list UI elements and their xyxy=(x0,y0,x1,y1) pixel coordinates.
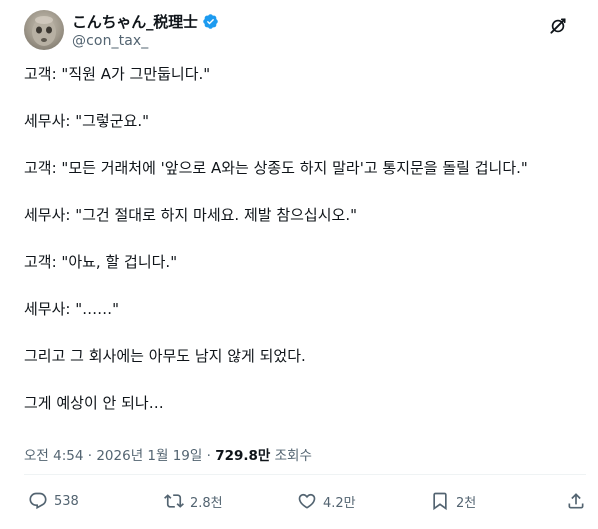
bookmark-count: 2천 xyxy=(456,495,477,511)
share-button[interactable] xyxy=(566,491,586,511)
post-line: 고객: "모든 거래처에 '앞으로 A와는 상종도 하지 말라'고 통지문을 돌… xyxy=(24,159,528,177)
post-line: 세무사: "그건 절대로 하지 마세요. 제발 참으십시오." xyxy=(24,206,357,224)
author-name-row: こんちゃん_税理士 xyxy=(72,11,219,31)
repost-count: 2.8천 xyxy=(190,495,223,511)
like-count: 4.2만 xyxy=(323,495,356,511)
post-body: 고객: "직원 A가 그만둡니다." 세무사: "그렇군요." 고객: "모든 … xyxy=(24,64,580,440)
bookmark-icon xyxy=(433,492,447,511)
repost-icon xyxy=(164,494,184,508)
divider xyxy=(24,474,586,475)
grok-icon[interactable] xyxy=(548,16,568,36)
repost-button[interactable]: 2.8천 xyxy=(164,491,223,511)
views-count[interactable]: 729.8만 xyxy=(215,448,270,464)
author-display-name[interactable]: こんちゃん_税理士 xyxy=(72,11,198,32)
post-line: 고객: "아뇨, 할 겁니다." xyxy=(24,253,178,271)
post-time[interactable]: 오전 4:54 xyxy=(24,448,83,464)
post-card: こんちゃん_税理士 @con_tax_ 고객: "직원 A가 그만둡니다." 세… xyxy=(0,0,598,529)
author-handle[interactable]: @con_tax_ xyxy=(72,33,219,49)
author-info: こんちゃん_税理士 @con_tax_ xyxy=(72,11,219,49)
views-label: 조회수 xyxy=(274,448,312,464)
meta-separator: · xyxy=(206,448,211,464)
reply-icon xyxy=(29,492,47,510)
post-line: 그게 예상이 안 되나… xyxy=(24,394,164,412)
reply-button[interactable]: 538 xyxy=(28,491,79,511)
post-line: 세무사: "그렇군요." xyxy=(24,112,149,130)
heart-icon xyxy=(298,493,316,509)
avatar[interactable] xyxy=(24,10,64,50)
bookmark-button[interactable]: 2천 xyxy=(430,491,476,511)
like-button[interactable]: 4.2만 xyxy=(297,491,356,511)
avatar-image xyxy=(32,16,56,46)
post-meta: 오전 4:54 · 2026년 1월 19일 · 729.8만 조회수 xyxy=(24,444,312,464)
post-line: 고객: "직원 A가 그만둡니다." xyxy=(24,65,211,83)
reply-count: 538 xyxy=(54,493,79,509)
post-line: 그리고 그 회사에는 아무도 남지 않게 되었다. xyxy=(24,347,306,365)
meta-separator: · xyxy=(87,448,93,464)
post-header: こんちゃん_税理士 @con_tax_ xyxy=(24,10,574,54)
verified-badge-icon xyxy=(202,13,218,29)
action-bar: 538 2.8천 4.2만 2천 xyxy=(24,491,586,517)
share-icon xyxy=(568,493,584,509)
post-line: 세무사: "……" xyxy=(24,300,120,318)
post-date[interactable]: 2026년 1월 19일 xyxy=(96,448,202,464)
